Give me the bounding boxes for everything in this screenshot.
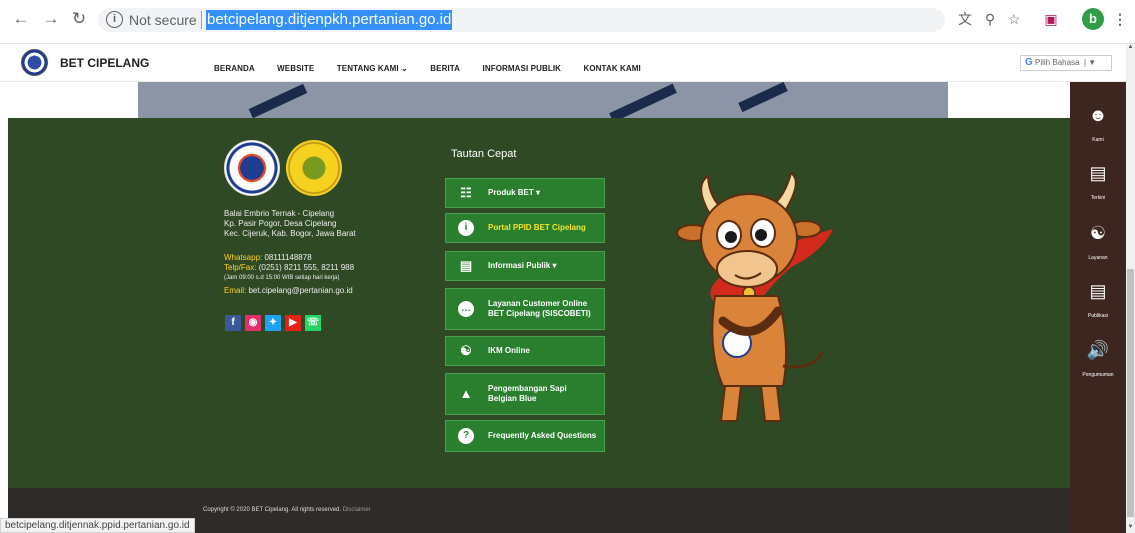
forward-arrow-icon[interactable]: → xyxy=(40,8,62,30)
disclaimer-link[interactable]: Disclaimer xyxy=(343,507,371,513)
footer-address: Balai Embrio Ternak - Cipelang Kp. Pasir… xyxy=(224,209,356,239)
quick-link-produk-bet[interactable]: ☷ Produk BET ▾ xyxy=(445,178,605,208)
facebook-icon[interactable]: f xyxy=(225,315,241,331)
document-icon: ▤ xyxy=(1089,281,1107,301)
address-line: Kp. Pasir Pogor, Desa Cipelang xyxy=(224,219,337,228)
twitter-icon[interactable]: ✦ xyxy=(265,315,281,331)
back-arrow-icon[interactable]: ← xyxy=(10,8,32,30)
chat-icon: … xyxy=(458,301,474,317)
profile-avatar[interactable]: b xyxy=(1082,8,1104,30)
page-root: ← → ↻ i Not secure betcipelang.ditjenpkh… xyxy=(0,0,1135,533)
quick-link-informasi-publik[interactable]: ▤ Informasi Publik ▾ xyxy=(445,251,605,281)
quick-link-faq[interactable]: ? Frequently Asked Questions xyxy=(445,420,605,452)
quick-link-label: Layanan Customer Online BET Cipelang (SI… xyxy=(488,299,591,318)
scroll-up-arrow-icon[interactable]: ▲ xyxy=(1126,44,1135,50)
url-text[interactable]: betcipelang.ditjenpkh.pertanian.go.id xyxy=(206,10,453,30)
info-icon: i xyxy=(458,220,474,236)
whatsapp-line: Whatsapp: 08111148878 xyxy=(224,253,312,262)
menu-item-berita[interactable]: BERITA xyxy=(430,64,460,73)
info-icon[interactable]: i xyxy=(106,11,123,28)
browser-toolbar: ← → ↻ i Not secure betcipelang.ditjenpkh… xyxy=(0,0,1135,44)
quick-link-label: Pengembangan Sapi Belgian Blue xyxy=(488,384,567,403)
extension-icon[interactable]: ▣ xyxy=(1041,9,1061,29)
scroll-down-arrow-icon[interactable]: ▼ xyxy=(1126,524,1135,530)
people-icon: ☻ xyxy=(1088,105,1108,125)
quick-link-ikm-online[interactable]: ☯ IKM Online xyxy=(445,336,605,366)
zoom-icon[interactable]: ⚲ xyxy=(980,9,1000,29)
quick-link-label: IKM Online xyxy=(488,346,530,355)
menu-dots-icon[interactable]: ⋮ xyxy=(1110,9,1130,29)
scrollbar-thumb[interactable] xyxy=(1127,269,1134,517)
site-title[interactable]: BET CIPELANG xyxy=(60,56,149,70)
whatsapp-icon[interactable]: ☏ xyxy=(305,315,321,331)
footer-contact: Whatsapp: 08111148878 Telp/Fax: (0251) 8… xyxy=(224,253,354,296)
translate-page-icon[interactable]: 文 xyxy=(955,9,975,29)
document-icon: ▤ xyxy=(459,258,473,273)
chevron-down-icon: | ▼ xyxy=(1081,58,1097,67)
not-secure-label: Not secure xyxy=(129,12,197,28)
question-icon: ? xyxy=(458,428,474,444)
sidebar-item-pengumuman[interactable]: 🔊 Pengumuman xyxy=(1070,327,1126,387)
bet-logo[interactable] xyxy=(21,49,48,76)
site-footer: Balai Embrio Ternak - Cipelang Kp. Pasir… xyxy=(8,118,1070,488)
kementan-logo xyxy=(286,140,342,196)
bet-emblem-logo xyxy=(224,140,280,196)
telp-line: Telp/Fax: (0251) 8211 555, 8211 988 xyxy=(224,263,355,272)
bookmark-star-icon[interactable]: ☆ xyxy=(1004,9,1024,29)
banner-strip xyxy=(8,82,1070,118)
flask-icon: ▲ xyxy=(459,386,473,401)
sidebar-item-layanan[interactable]: ☯ Layanan xyxy=(1070,210,1126,270)
copyright-text: Copyright © 2020 BET Cipelang. All right… xyxy=(203,507,371,513)
address-bar[interactable]: i Not secure betcipelang.ditjenpkh.perta… xyxy=(98,8,945,32)
right-sidebar: ☻ Kami ▤ Terkini ☯ Layanan ▤ Publikasi 🔊… xyxy=(1070,82,1126,533)
email-line: Email: bet.cipelang@pertanian.go.id xyxy=(224,286,353,295)
omnibox-divider xyxy=(201,11,202,29)
instagram-icon[interactable]: ◉ xyxy=(245,315,261,331)
quick-link-portal-ppid[interactable]: i Portal PPID BET Cipelang xyxy=(445,213,605,243)
page-scrollbar[interactable]: ▲ ▼ xyxy=(1126,44,1135,533)
quick-link-label: Informasi Publik ▾ xyxy=(488,261,557,270)
handshake-icon: ☯ xyxy=(460,343,472,358)
sidebar-item-terkini[interactable]: ▤ Terkini xyxy=(1070,150,1126,210)
cow-mascot-image xyxy=(676,171,833,422)
main-menu: BERANDA WEBSITE TENTANG KAMI ⌄ BERITA IN… xyxy=(214,58,659,76)
language-select[interactable]: G Pilih Bahasa | ▼ xyxy=(1020,55,1112,71)
basket-icon: ☷ xyxy=(460,185,472,200)
menu-item-kontak-kami[interactable]: KONTAK KAMI xyxy=(583,64,640,73)
quick-link-belgian-blue[interactable]: ▲ Pengembangan Sapi Belgian Blue xyxy=(445,373,605,415)
megaphone-icon: 🔊 xyxy=(1086,340,1110,360)
newspaper-icon: ▤ xyxy=(1089,163,1107,183)
menu-item-website[interactable]: WEBSITE xyxy=(277,64,314,73)
address-line: Balai Embrio Ternak - Cipelang xyxy=(224,209,335,218)
menu-item-tentang-kami[interactable]: TENTANG KAMI ⌄ xyxy=(337,64,408,73)
quick-link-layanan-customer[interactable]: … Layanan Customer Online BET Cipelang (… xyxy=(445,288,605,330)
status-bar-url: betcipelang.ditjennak.ppid.pertanian.go.… xyxy=(0,518,195,533)
menu-item-beranda[interactable]: BERANDA xyxy=(214,64,255,73)
language-select-label: Pilih Bahasa xyxy=(1035,58,1080,67)
quick-link-label: Produk BET ▾ xyxy=(488,188,541,197)
youtube-icon[interactable]: ▶ xyxy=(285,315,301,331)
banner-image xyxy=(138,82,948,118)
quick-link-label: Portal PPID BET Cipelang xyxy=(488,223,586,232)
sidebar-item-publikasi[interactable]: ▤ Publikasi xyxy=(1070,268,1126,328)
sidebar-item-kami[interactable]: ☻ Kami xyxy=(1070,92,1126,152)
quick-links-title: Tautan Cepat xyxy=(451,148,517,160)
office-hours: (Jam 09:00 s.d 15:00 WIB setiap hari ker… xyxy=(224,275,340,281)
google-g-icon: G xyxy=(1025,57,1033,68)
site-header: BET CIPELANG BERANDA WEBSITE TENTANG KAM… xyxy=(0,44,1135,82)
quick-link-label: Frequently Asked Questions xyxy=(488,431,597,440)
reload-icon[interactable]: ↻ xyxy=(68,8,90,30)
menu-item-informasi-publik[interactable]: INFORMASI PUBLIK xyxy=(483,64,562,73)
address-line: Kec. Cijeruk, Kab. Bogor, Jawa Barat xyxy=(224,229,356,238)
handshake-icon: ☯ xyxy=(1089,223,1107,243)
